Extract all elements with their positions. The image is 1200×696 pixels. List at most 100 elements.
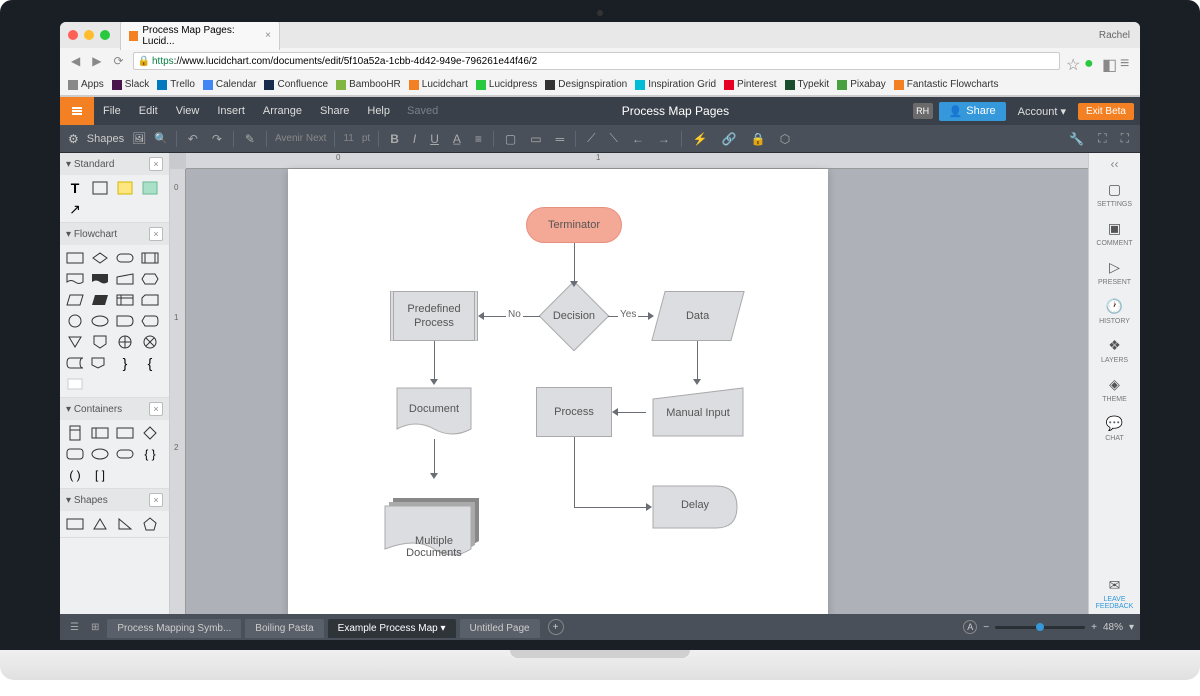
bookmark-confluence[interactable]: Confluence: [264, 79, 328, 90]
account-menu[interactable]: Account ▾: [1012, 105, 1072, 118]
fc-swatch[interactable]: [64, 375, 86, 393]
page-tab-2[interactable]: Example Process Map ▾: [328, 619, 456, 638]
nav-forward-icon[interactable]: ▶: [89, 54, 104, 68]
minimize-window-icon[interactable]: [84, 30, 94, 40]
arrow-shape[interactable]: ↗: [64, 200, 86, 218]
close-icon[interactable]: ×: [149, 402, 163, 416]
fc-terminator[interactable]: [114, 249, 136, 267]
bookmark-lucidpress[interactable]: Lucidpress: [476, 79, 537, 90]
expand-icon[interactable]: ⛶: [1095, 131, 1109, 146]
browser-tab[interactable]: Process Map Pages: Lucid... ×: [120, 22, 280, 50]
leave-feedback-link[interactable]: ✉LEAVE FEEDBACK: [1092, 573, 1138, 614]
border-color-icon[interactable]: ▭: [527, 132, 544, 146]
section-standard[interactable]: Standard: [74, 159, 115, 170]
paint-icon[interactable]: ✎: [242, 132, 258, 146]
exit-beta-button[interactable]: Exit Beta: [1078, 103, 1134, 120]
fc-merge[interactable]: [64, 333, 86, 351]
arrow-start-icon[interactable]: ←: [629, 132, 647, 146]
fc-tape[interactable]: [89, 354, 111, 372]
zoom-slider[interactable]: [995, 626, 1085, 629]
bold-icon[interactable]: B: [387, 132, 402, 146]
fc-delay[interactable]: [114, 312, 136, 330]
node-predefined[interactable]: Predefined Process: [390, 291, 478, 341]
rail-chat[interactable]: 💬CHAT: [1089, 409, 1140, 448]
menu-help[interactable]: Help: [358, 105, 399, 117]
gear-icon[interactable]: ⚙: [68, 132, 79, 146]
menu-file[interactable]: File: [94, 105, 130, 117]
home-button[interactable]: [60, 97, 94, 125]
fc-data[interactable]: [64, 291, 86, 309]
node-terminator[interactable]: Terminator: [526, 207, 622, 243]
cont-rect[interactable]: [114, 424, 136, 442]
bookmark-pixabay[interactable]: Pixabay: [837, 79, 886, 90]
fc-predefined[interactable]: [139, 249, 161, 267]
close-icon[interactable]: ×: [149, 227, 163, 241]
fc-display[interactable]: [139, 312, 161, 330]
bookmark-apps[interactable]: Apps: [68, 79, 104, 90]
canvas[interactable]: Terminator Decision Predefined Process D…: [288, 169, 828, 614]
zoom-badge-icon[interactable]: A: [963, 620, 977, 634]
italic-icon[interactable]: I: [410, 132, 419, 146]
cont-swimlane-h[interactable]: [89, 424, 111, 442]
bookmark-pinterest[interactable]: Pinterest: [724, 79, 776, 90]
cont-swimlane-v[interactable]: [64, 424, 86, 442]
maximize-window-icon[interactable]: [100, 30, 110, 40]
add-page-button[interactable]: +: [548, 619, 564, 635]
close-icon[interactable]: ×: [149, 157, 163, 171]
fc-card[interactable]: [139, 291, 161, 309]
cont-bracket[interactable]: ( ): [64, 466, 86, 484]
node-data[interactable]: Data: [651, 291, 744, 341]
line-icon[interactable]: ⟋: [584, 131, 598, 146]
node-delay[interactable]: Delay: [652, 485, 738, 529]
text-color-icon[interactable]: A̲: [450, 132, 464, 146]
bookmark-flowcharts[interactable]: Fantastic Flowcharts: [894, 79, 999, 90]
redo-icon[interactable]: ↷: [209, 132, 225, 146]
bookmark-inspiration-grid[interactable]: Inspiration Grid: [635, 79, 716, 90]
bookmark-trello[interactable]: Trello: [157, 79, 195, 90]
lock-icon[interactable]: 🔒: [748, 132, 769, 146]
link-icon[interactable]: 🔗: [719, 132, 740, 146]
rail-comment[interactable]: ▣COMMENT: [1089, 214, 1140, 253]
url-input[interactable]: 🔒 https ://www.lucidchart.com/documents/…: [133, 52, 1060, 70]
menu-arrange[interactable]: Arrange: [254, 105, 311, 117]
fc-decision[interactable]: [89, 249, 111, 267]
zoom-in-button[interactable]: +: [1091, 622, 1097, 633]
extension2-icon[interactable]: ◧: [1102, 55, 1114, 67]
square-shape[interactable]: [89, 179, 111, 197]
border-width-icon[interactable]: ═: [553, 132, 568, 146]
sh-rect[interactable]: [64, 515, 86, 533]
arrow-end-icon[interactable]: →: [655, 132, 673, 146]
sh-pent[interactable]: [139, 515, 161, 533]
fc-manual[interactable]: [114, 270, 136, 288]
nav-back-icon[interactable]: ◀: [68, 54, 83, 68]
rail-settings[interactable]: ▢SETTINGS: [1089, 175, 1140, 214]
section-flowchart[interactable]: Flowchart: [74, 229, 117, 240]
cont-angle[interactable]: [ ]: [89, 466, 111, 484]
bookmark-typekit[interactable]: Typekit: [785, 79, 830, 90]
zoom-dropdown-icon[interactable]: ▾: [1129, 622, 1134, 633]
cont-rounded[interactable]: [64, 445, 86, 463]
node-manual-input[interactable]: Manual Input: [652, 387, 744, 437]
font-select[interactable]: Avenir Next: [275, 133, 327, 144]
rail-present[interactable]: ▷PRESENT: [1089, 253, 1140, 292]
rail-layers[interactable]: ❖LAYERS: [1089, 331, 1140, 370]
star-icon[interactable]: ☆: [1066, 55, 1078, 67]
underline-icon[interactable]: U: [427, 132, 442, 146]
align-icon[interactable]: ≡: [472, 132, 485, 146]
fc-multidoc[interactable]: [89, 270, 111, 288]
fc-sum[interactable]: [139, 333, 161, 351]
fc-hex[interactable]: [139, 270, 161, 288]
page-tab-3[interactable]: Untitled Page: [460, 619, 540, 638]
grid-view-icon[interactable]: ⊞: [87, 622, 103, 633]
collapse-rail-icon[interactable]: ‹‹: [1111, 157, 1119, 171]
close-window-icon[interactable]: [68, 30, 78, 40]
zoom-value[interactable]: 48%: [1103, 622, 1123, 633]
document-title[interactable]: Process Map Pages: [438, 104, 912, 118]
extension-icon[interactable]: ●: [1084, 55, 1096, 67]
text-shape[interactable]: T: [64, 179, 86, 197]
window-controls[interactable]: [68, 30, 110, 40]
shapes-label[interactable]: Shapes: [87, 133, 124, 145]
wrench-icon[interactable]: 🔧: [1066, 132, 1087, 146]
tab-close-icon[interactable]: ×: [265, 30, 271, 41]
canvas-area[interactable]: 0 1 0 1 2 Terminator Decision: [170, 153, 1088, 614]
